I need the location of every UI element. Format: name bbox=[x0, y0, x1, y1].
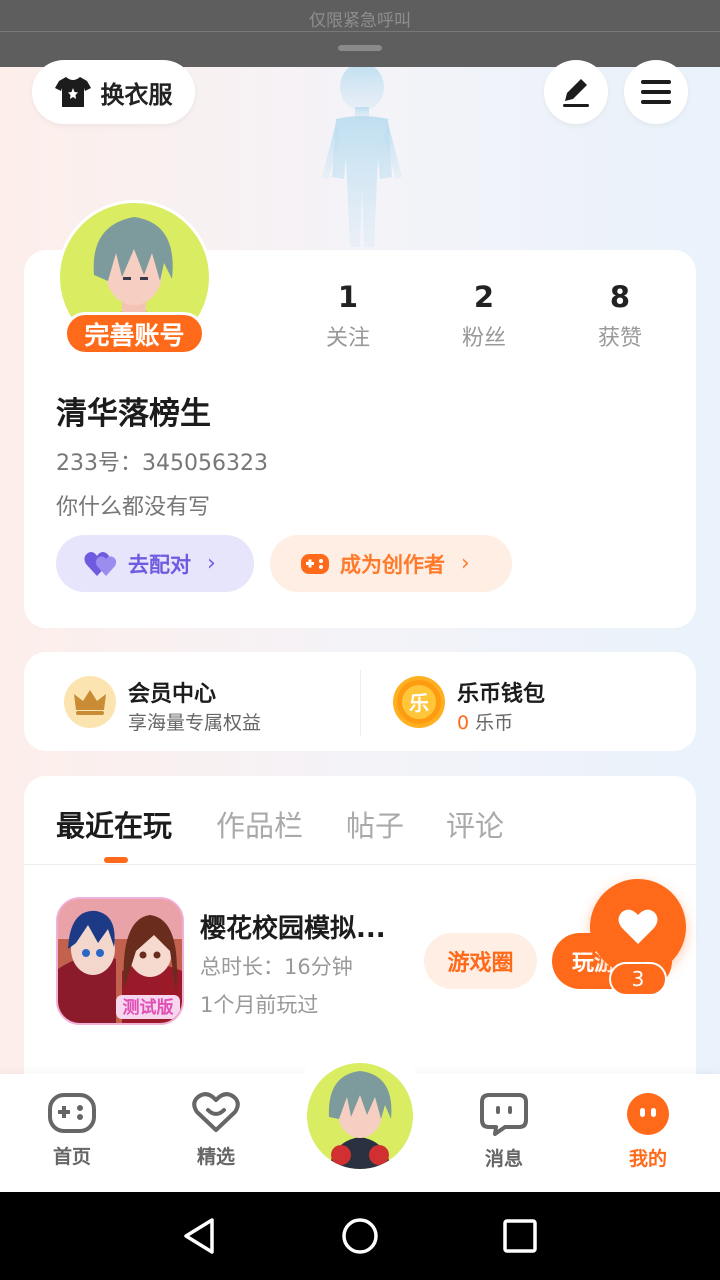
coin-glyph: 乐 bbox=[409, 691, 429, 715]
tabs-divider bbox=[24, 864, 696, 865]
drag-handle[interactable] bbox=[338, 45, 382, 51]
chevron-right-icon: › bbox=[461, 551, 470, 576]
game-circle-button[interactable]: 游戏圈 bbox=[424, 933, 537, 989]
tab-recently-played[interactable]: 最近在玩 bbox=[56, 803, 172, 845]
home-circle-icon[interactable] bbox=[338, 1214, 382, 1258]
nav-messages[interactable]: 消息 bbox=[459, 1092, 549, 1171]
change-outfit-label: 换衣服 bbox=[100, 80, 173, 109]
game-last-played: 1个月前玩过 bbox=[200, 993, 319, 1017]
tab-posts[interactable]: 帖子 bbox=[346, 803, 404, 845]
menu-button[interactable] bbox=[624, 60, 688, 124]
nav-home-label: 首页 bbox=[52, 1146, 91, 1168]
heart-icon bbox=[618, 909, 658, 944]
game-duration: 总时长：16分钟 bbox=[200, 955, 353, 979]
match-label: 去配对 bbox=[128, 552, 191, 577]
nav-messages-label: 消息 bbox=[484, 1148, 523, 1170]
crown-icon[interactable] bbox=[64, 676, 116, 728]
become-creator-label: 成为创作者 bbox=[340, 552, 445, 577]
change-outfit-button[interactable]: 换衣服 bbox=[32, 60, 195, 124]
gamepad-icon bbox=[301, 553, 329, 574]
coin-amount: 0 bbox=[457, 712, 470, 734]
stat-followers[interactable]: 2 粉丝 bbox=[429, 280, 539, 352]
game-title[interactable]: 樱花校园模拟... bbox=[200, 908, 386, 945]
nav-center-avatar[interactable] bbox=[304, 1060, 416, 1172]
become-creator-button[interactable]: 成为创作者 › bbox=[270, 535, 512, 592]
stat-following[interactable]: 1 关注 bbox=[293, 280, 403, 352]
followers-count: 2 bbox=[473, 280, 495, 314]
user-id: 233号：345056323 bbox=[56, 451, 268, 476]
status-divider bbox=[0, 31, 720, 32]
shirt-icon bbox=[54, 77, 91, 107]
active-tab-indicator bbox=[104, 857, 128, 863]
vip-center-subtitle: 享海量专属权益 bbox=[128, 712, 262, 734]
wallet-divider bbox=[360, 670, 361, 736]
stat-likes[interactable]: 8 获赞 bbox=[565, 280, 675, 352]
nav-me[interactable]: 我的 bbox=[603, 1092, 693, 1171]
avatar-image bbox=[328, 1071, 392, 1169]
match-button[interactable]: 去配对 › bbox=[56, 535, 254, 592]
like-count-badge: 3 bbox=[609, 962, 667, 996]
floating-like-button[interactable] bbox=[590, 879, 686, 975]
coin-unit: 乐币 bbox=[475, 712, 514, 734]
following-count: 1 bbox=[337, 280, 359, 314]
nav-home[interactable]: 首页 bbox=[27, 1092, 117, 1169]
likes-label: 获赞 bbox=[597, 326, 642, 351]
nav-featured[interactable]: 精选 bbox=[171, 1092, 261, 1169]
coin-wallet-title[interactable]: 乐币钱包 bbox=[457, 676, 545, 708]
nav-featured-label: 精选 bbox=[196, 1146, 235, 1168]
user-bio: 你什么都没有写 bbox=[56, 495, 211, 520]
chevron-right-icon: › bbox=[207, 551, 216, 576]
game-icon[interactable]: 测试版 bbox=[56, 897, 184, 1025]
back-icon[interactable] bbox=[178, 1214, 222, 1258]
nav-me-label: 我的 bbox=[628, 1148, 667, 1170]
followers-label: 粉丝 bbox=[461, 326, 506, 351]
test-version-badge: 测试版 bbox=[123, 997, 174, 1018]
tab-comments[interactable]: 评论 bbox=[446, 803, 504, 845]
complete-account-badge[interactable]: 完善账号 bbox=[64, 312, 205, 355]
coin-icon[interactable]: 乐 bbox=[393, 676, 445, 728]
likes-count: 8 bbox=[609, 280, 631, 314]
status-bar: 仅限紧急呼叫 bbox=[0, 0, 720, 67]
chat-bubble-icon bbox=[480, 1093, 528, 1136]
username: 清华落榜生 bbox=[56, 396, 211, 432]
hamburger-icon bbox=[641, 80, 671, 104]
gamepad-icon bbox=[48, 1093, 96, 1133]
tab-works[interactable]: 作品栏 bbox=[216, 803, 303, 845]
heart-outline-icon bbox=[192, 1092, 240, 1132]
pencil-icon bbox=[563, 79, 589, 107]
emergency-call-text: 仅限紧急呼叫 bbox=[309, 11, 411, 31]
recent-apps-icon[interactable] bbox=[498, 1214, 542, 1258]
double-heart-icon bbox=[84, 551, 117, 576]
edit-profile-button[interactable] bbox=[544, 60, 608, 124]
following-label: 关注 bbox=[325, 326, 370, 351]
coin-balance: 0 乐币 bbox=[457, 708, 513, 735]
profile-face-icon bbox=[627, 1093, 669, 1135]
vip-center-title[interactable]: 会员中心 bbox=[128, 676, 216, 708]
avatar-hologram bbox=[322, 67, 402, 247]
